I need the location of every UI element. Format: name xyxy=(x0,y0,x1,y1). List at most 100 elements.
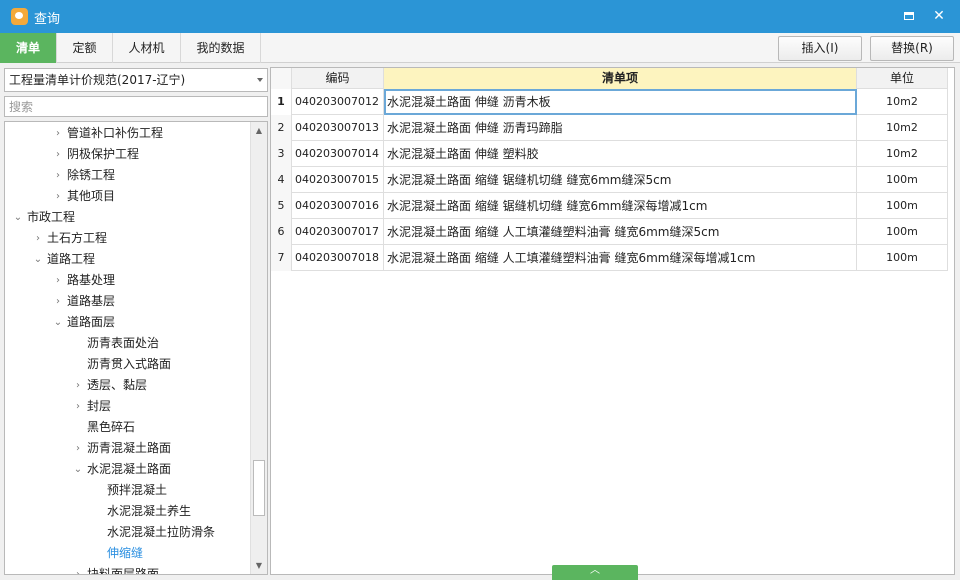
title-bar: 查询 ✕ xyxy=(0,0,960,33)
tree-node-label: 透层、黏层 xyxy=(87,378,148,392)
unit-cell[interactable]: 10m2 xyxy=(857,141,948,167)
code-cell[interactable]: 040203007016 xyxy=(292,193,384,219)
unit-cell[interactable]: 10m2 xyxy=(857,89,948,115)
tree-node-label: 封层 xyxy=(87,399,112,413)
table-row[interactable]: 3 040203007014 水泥混凝土路面 伸缝 塑料胶 10m2 xyxy=(271,141,948,167)
chevron-right-icon[interactable]: › xyxy=(51,186,65,207)
tree-node-label: 土石方工程 xyxy=(47,231,108,245)
tree-node-label: 预拌混凝土 xyxy=(107,483,168,497)
standard-select-value: 工程量清单计价规范(2017-辽宁) xyxy=(9,73,186,87)
chevron-down-icon[interactable]: ⌄ xyxy=(11,207,25,228)
tree-node-label: 沥青贯入式路面 xyxy=(87,357,172,371)
code-cell[interactable]: 040203007017 xyxy=(292,219,384,245)
tree-viewport: › 管道补口补伤工程 › 阴极保护工程 › 除锈工程 › 其他项目 ⌄ 市政工程 › 土石方工程 ⌄ 道路… xyxy=(5,122,251,574)
tree-node-label: 除锈工程 xyxy=(67,168,116,182)
code-cell[interactable]: 040203007018 xyxy=(292,245,384,271)
tree-node-label: 道路基层 xyxy=(67,294,116,308)
header-row-number xyxy=(271,68,292,89)
unit-cell[interactable]: 100m xyxy=(857,219,948,245)
table-row[interactable]: 5 040203007016 水泥混凝土路面 缩缝 锯缝机切缝 缝宽6mm缝深每增减… xyxy=(271,193,948,219)
item-cell[interactable]: 水泥混凝土路面 缩缝 人工填灌缝塑料油膏 缝宽6mm缝深每增减1cm xyxy=(384,245,857,271)
row-number-cell[interactable]: 2 xyxy=(271,115,292,141)
chevron-right-icon[interactable]: › xyxy=(71,564,85,574)
chevron-down-icon[interactable]: ⌄ xyxy=(31,249,45,270)
chevron-right-icon[interactable]: › xyxy=(31,228,45,249)
bill-items-table: 编码 清单项 单位 1 040203007012 水泥混凝土路面 伸缝 沥青木板 10… xyxy=(270,67,955,575)
row-number-cell[interactable]: 7 xyxy=(271,245,292,271)
close-button[interactable]: ✕ xyxy=(928,6,950,26)
code-cell[interactable]: 040203007015 xyxy=(292,167,384,193)
header-code: 编码 xyxy=(292,68,384,89)
code-cell[interactable]: 040203007014 xyxy=(292,141,384,167)
table-row[interactable]: 2 040203007013 水泥混凝土路面 伸缝 沥青玛蹄脂 10m2 xyxy=(271,115,948,141)
chevron-right-icon[interactable]: › xyxy=(51,144,65,165)
scroll-up-icon[interactable]: ▲ xyxy=(251,122,267,139)
tree-scrollbar[interactable]: ▲ ▼ xyxy=(250,122,267,574)
minimize-icon xyxy=(904,12,914,20)
tab-quota[interactable]: 定额 xyxy=(57,33,113,63)
table-row[interactable]: 4 040203007015 水泥混凝土路面 缩缝 锯缝机切缝 缝宽6mm缝深5cm… xyxy=(271,167,948,193)
chevron-right-icon[interactable]: › xyxy=(71,375,85,396)
table-header: 编码 清单项 单位 xyxy=(271,68,948,89)
chevron-down-icon[interactable]: ⌄ xyxy=(51,312,65,333)
row-number-cell[interactable]: 4 xyxy=(271,167,292,193)
table-row[interactable]: 7 040203007018 水泥混凝土路面 缩缝 人工填灌缝塑料油膏 缝宽6mm缝… xyxy=(271,245,948,271)
table-row[interactable]: 6 040203007017 水泥混凝土路面 缩缝 人工填灌缝塑料油膏 缝宽6mm缝… xyxy=(271,219,948,245)
item-cell[interactable]: 水泥混凝土路面 缩缝 锯缝机切缝 缝宽6mm缝深5cm xyxy=(384,167,857,193)
tab-my-data[interactable]: 我的数据 xyxy=(181,33,261,63)
category-tree: › 管道补口补伤工程 › 阴极保护工程 › 除锈工程 › 其他项目 ⌄ 市政工程 › 土石方工程 ⌄ 道路… xyxy=(4,121,268,575)
tree-node-label: 管道补口补伤工程 xyxy=(67,126,164,140)
tree-node-label: 沥青混凝土路面 xyxy=(87,441,172,455)
tree-node-label: 道路面层 xyxy=(67,315,116,329)
unit-cell[interactable]: 100m xyxy=(857,167,948,193)
left-panel: 工程量清单计价规范(2017-辽宁) ›管道补口补伤工程›阴极保护工程›除锈工程… xyxy=(0,63,270,580)
row-number-cell[interactable]: 1 xyxy=(271,89,292,115)
tree-node-label: 水泥混凝土养生 xyxy=(107,504,192,518)
chevron-right-icon[interactable]: › xyxy=(51,165,65,186)
tree-node-label: 沥青表面处治 xyxy=(87,336,160,350)
scroll-thumb[interactable] xyxy=(253,460,265,516)
tab-labor-material-machine[interactable]: 人材机 xyxy=(113,33,181,63)
minimize-button[interactable] xyxy=(898,6,920,26)
code-cell[interactable]: 040203007012 xyxy=(292,89,384,115)
header-item: 清单项 xyxy=(384,68,857,89)
row-number-cell[interactable]: 6 xyxy=(271,219,292,245)
leaf-spacer xyxy=(91,522,105,543)
chevron-up-icon: ︿ xyxy=(590,565,600,576)
leaf-spacer xyxy=(71,417,85,438)
standard-select[interactable]: 工程量清单计价规范(2017-辽宁) xyxy=(4,68,268,92)
tree-node-label: 伸缩缝 xyxy=(107,546,144,560)
chevron-right-icon[interactable]: › xyxy=(51,291,65,312)
unit-cell[interactable]: 100m xyxy=(857,193,948,219)
tree-node-label: 阴极保护工程 xyxy=(67,147,140,161)
tree-node-label: 其他项目 xyxy=(67,189,116,203)
chevron-right-icon[interactable]: › xyxy=(51,123,65,144)
leaf-spacer xyxy=(91,543,105,564)
leaf-spacer xyxy=(91,480,105,501)
item-cell[interactable]: 水泥混凝土路面 缩缝 人工填灌缝塑料油膏 缝宽6mm缝深5cm xyxy=(384,219,857,245)
chevron-right-icon[interactable]: › xyxy=(51,270,65,291)
replace-button[interactable]: 替换(R) xyxy=(870,36,954,61)
item-cell[interactable]: 水泥混凝土路面 缩缝 锯缝机切缝 缝宽6mm缝深每增减1cm xyxy=(384,193,857,219)
row-number-cell[interactable]: 5 xyxy=(271,193,292,219)
item-cell[interactable]: 水泥混凝土路面 伸缝 塑料胶 xyxy=(384,141,857,167)
leaf-spacer xyxy=(71,333,85,354)
unit-cell[interactable]: 10m2 xyxy=(857,115,948,141)
insert-button[interactable]: 插入(I) xyxy=(778,36,862,61)
scroll-down-icon[interactable]: ▼ xyxy=(251,557,267,574)
tab-bill-items[interactable]: 清单 xyxy=(0,33,57,63)
item-cell[interactable]: 水泥混凝土路面 伸缝 沥青玛蹄脂 xyxy=(384,115,857,141)
chevron-down-icon[interactable]: ⌄ xyxy=(71,459,85,480)
search-input[interactable] xyxy=(4,96,268,117)
tab-bar: 清单 定额 人材机 我的数据 插入(I) 替换(R) xyxy=(0,33,960,63)
table-row[interactable]: 1 040203007012 水泥混凝土路面 伸缝 沥青木板 10m2 xyxy=(271,89,948,115)
unit-cell[interactable]: 100m xyxy=(857,245,948,271)
panel-splitter-handle[interactable]: ︿ xyxy=(552,565,638,580)
code-cell[interactable]: 040203007013 xyxy=(292,115,384,141)
tree-node-label: 水泥混凝土拉防滑条 xyxy=(107,525,216,539)
chevron-right-icon[interactable]: › xyxy=(71,396,85,417)
chevron-right-icon[interactable]: › xyxy=(71,438,85,459)
item-cell[interactable]: 水泥混凝土路面 伸缝 沥青木板 xyxy=(384,89,857,115)
tree-node-label: 路基处理 xyxy=(67,273,116,287)
row-number-cell[interactable]: 3 xyxy=(271,141,292,167)
